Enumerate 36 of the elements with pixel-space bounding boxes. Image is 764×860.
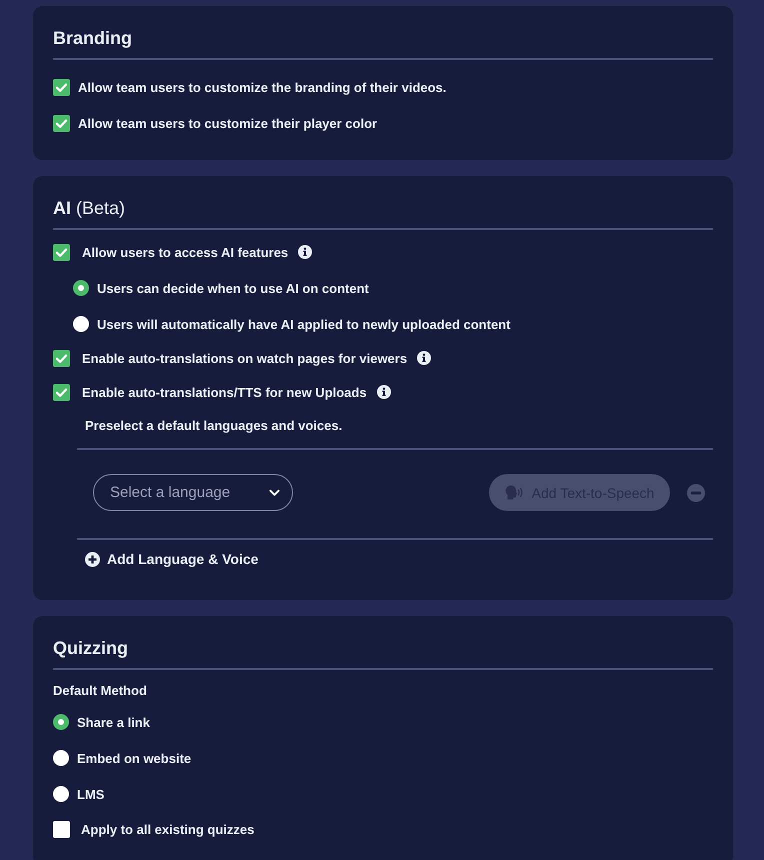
language-select[interactable]: Select a language xyxy=(93,474,293,511)
radio-label: Users will automatically have AI applied to newly uploaded content xyxy=(97,316,510,332)
checkbox[interactable] xyxy=(53,78,70,96)
checkbox-label: Enable auto-translations on watch pages for viewers xyxy=(82,350,408,366)
radio-button[interactable] xyxy=(53,750,69,766)
radio-button[interactable] xyxy=(73,280,89,296)
checkbox[interactable] xyxy=(53,384,70,400)
add-language-voice-button[interactable]: Add Language & Voice xyxy=(85,551,258,567)
radio-button[interactable] xyxy=(53,786,69,802)
checkbox[interactable] xyxy=(53,114,70,132)
radio-button[interactable] xyxy=(73,316,89,332)
plus-icon xyxy=(85,552,100,566)
info-icon[interactable] xyxy=(376,385,391,399)
radio-label: LMS xyxy=(77,786,104,802)
radio-button[interactable] xyxy=(53,714,69,730)
speaking-head-icon xyxy=(504,485,524,500)
checkbox[interactable] xyxy=(53,350,70,366)
section-title: Quizzing xyxy=(53,637,128,660)
checkbox[interactable] xyxy=(53,244,70,260)
checkbox-label: Apply to all existing quizzes xyxy=(81,822,254,836)
section-title: Branding xyxy=(53,27,132,50)
section-title: AI xyxy=(53,197,71,220)
radio-label: Share a link xyxy=(77,714,150,730)
radio-label: Embed on website xyxy=(77,750,192,766)
checkbox[interactable] xyxy=(53,820,70,838)
info-icon[interactable] xyxy=(417,351,432,365)
checkbox-label: Allow users to access AI features xyxy=(82,244,288,260)
chevron-down-icon xyxy=(269,488,280,496)
radio-label: Users can decide when to use AI on content xyxy=(97,280,369,296)
info-icon[interactable] xyxy=(298,245,312,259)
checkbox-label: Allow team users to customize the branding of their videos. xyxy=(78,80,446,94)
hint-text: Preselect a default languages and voices. xyxy=(85,418,342,432)
section-title-note: (Beta) xyxy=(76,197,126,220)
checkbox-label: Enable auto-translations/TTS for new Uploads xyxy=(82,384,367,400)
field-heading: Default Method xyxy=(53,682,147,698)
checkbox-label: Allow team users to customize their player color xyxy=(78,116,378,130)
